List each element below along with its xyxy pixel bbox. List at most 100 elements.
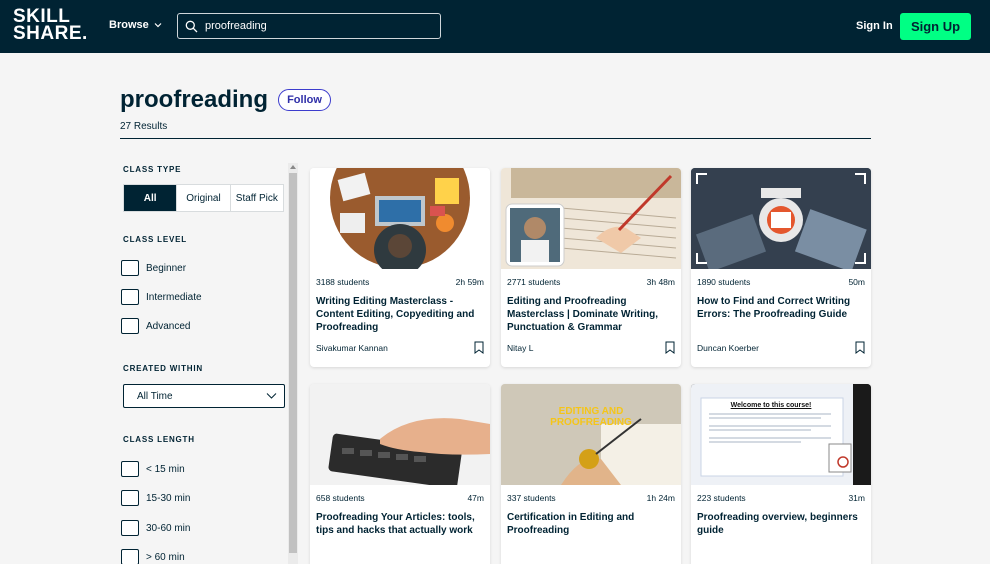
class-card[interactable]: 658 students 47m Proofreading Your Artic… (310, 384, 490, 564)
class-thumbnail (501, 168, 681, 269)
class-meta: 337 students 1h 24m (501, 485, 681, 503)
checkbox-label: > 60 min (146, 551, 185, 563)
class-meta: 3188 students 2h 59m (310, 269, 490, 287)
search-box[interactable] (177, 13, 441, 39)
select-value: All Time (137, 390, 173, 402)
student-count: 658 students (316, 493, 365, 503)
class-card[interactable]: 2771 students 3h 48m Editing and Proofre… (501, 168, 681, 367)
class-meta: 1890 students 50m (691, 269, 871, 287)
student-count: 337 students (507, 493, 556, 503)
bookmark-icon[interactable] (855, 341, 865, 354)
class-thumbnail (310, 384, 490, 485)
author-name[interactable]: Sivakumar Kannan (316, 343, 388, 353)
author-name[interactable]: Nitay L (507, 343, 533, 353)
bookmark-icon[interactable] (474, 341, 484, 354)
class-title[interactable]: Proofreading Your Articles: tools, tips … (310, 503, 490, 557)
skillshare-logo[interactable]: SKILL SHARE. (13, 7, 88, 44)
class-card[interactable]: 3188 students 2h 59m Writing Editing Mas… (310, 168, 490, 367)
scroll-up-arrow-icon[interactable] (290, 165, 296, 169)
top-navigation-bar: SKILL SHARE. Browse Sign In Sign Up (0, 0, 990, 53)
level-advanced-checkbox[interactable]: Advanced (121, 318, 190, 334)
checkbox-box[interactable] (121, 549, 139, 564)
class-title[interactable]: Writing Editing Masterclass - Content Ed… (310, 287, 490, 341)
checkbox-box[interactable] (121, 289, 139, 305)
class-meta: 2771 students 3h 48m (501, 269, 681, 287)
title-divider (120, 138, 871, 139)
chevron-down-icon (154, 23, 162, 28)
calculator-hand-thumbnail-icon (310, 384, 490, 485)
checkbox-label: Beginner (146, 262, 187, 274)
thumbnail-text: EDITING AND PROOFREADING (550, 406, 632, 428)
class-thumbnail (691, 168, 871, 269)
browse-menu-button[interactable]: Browse (109, 19, 162, 31)
length-over-60-checkbox[interactable]: > 60 min (121, 549, 185, 564)
class-type-original[interactable]: Original (177, 185, 231, 211)
length-15-30-checkbox[interactable]: 15-30 min (121, 490, 190, 506)
class-type-label: CLASS TYPE (123, 165, 182, 174)
class-title[interactable]: Proofreading overview, beginners guide (691, 503, 871, 557)
class-card[interactable]: 1890 students 50m How to Find and Correc… (691, 168, 871, 367)
length-under-15-checkbox[interactable]: < 15 min (121, 461, 185, 477)
checkbox-box[interactable] (121, 520, 139, 536)
created-within-select[interactable]: All Time (123, 384, 285, 408)
class-author-row: Nitay L (501, 341, 681, 354)
class-author-row: Duncan Koerber (691, 341, 871, 354)
sign-in-link[interactable]: Sign In (856, 20, 893, 32)
class-duration: 31m (848, 493, 865, 503)
level-intermediate-checkbox[interactable]: Intermediate (121, 289, 202, 305)
checkbox-box[interactable] (121, 461, 139, 477)
class-meta: 658 students 47m (310, 485, 490, 503)
checkbox-label: Intermediate (146, 291, 202, 303)
class-title[interactable]: How to Find and Correct Writing Errors: … (691, 287, 871, 341)
class-thumbnail: EDITING AND PROOFREADING (501, 384, 681, 485)
student-count: 1890 students (697, 277, 751, 287)
class-type-all[interactable]: All (124, 185, 178, 211)
class-card[interactable]: EDITING AND PROOFREADING 337 students 1h… (501, 384, 681, 564)
slide-thumbnail-icon (691, 384, 871, 485)
class-duration: 2h 59m (455, 277, 484, 287)
writing-hand-thumbnail-icon (501, 168, 681, 269)
follow-button[interactable]: Follow (278, 89, 331, 111)
checkbox-box[interactable] (121, 260, 139, 276)
bookmark-icon[interactable] (665, 341, 675, 354)
sidebar-scrollbar[interactable] (288, 163, 298, 564)
class-level-label: CLASS LEVEL (123, 235, 187, 244)
certification-thumbnail-icon (501, 384, 681, 485)
search-icon (185, 20, 198, 32)
created-within-label: CREATED WITHIN (123, 364, 203, 373)
class-meta: 223 students 31m (691, 485, 871, 503)
checkbox-box[interactable] (121, 318, 139, 334)
page-title: proofreading (120, 86, 268, 113)
class-title[interactable]: Editing and Proofreading Masterclass | D… (501, 287, 681, 341)
length-30-60-checkbox[interactable]: 30-60 min (121, 520, 190, 536)
laptop-thumbnail-icon (691, 168, 871, 269)
class-author-row: Sivakumar Kannan (310, 341, 490, 354)
class-title[interactable]: Certification in Editing and Proofreadin… (501, 503, 681, 557)
student-count: 3188 students (316, 277, 370, 287)
checkbox-label: 15-30 min (146, 492, 191, 504)
results-count: 27 Results (120, 121, 168, 132)
search-input[interactable] (205, 20, 425, 32)
checkbox-label: 30-60 min (146, 522, 191, 534)
browse-label: Browse (109, 19, 149, 31)
class-type-staff-pick[interactable]: Staff Pick (231, 185, 283, 211)
class-duration: 3h 48m (646, 277, 675, 287)
class-duration: 1h 24m (646, 493, 675, 503)
scrollbar-thumb[interactable] (289, 173, 297, 553)
class-card[interactable]: Welcome to this course! 223 students 31m… (691, 384, 871, 564)
class-duration: 50m (848, 277, 865, 287)
student-count: 223 students (697, 493, 746, 503)
filter-sidebar: CLASS TYPE All Original Staff Pick CLASS… (120, 160, 290, 564)
author-name[interactable]: Duncan Koerber (697, 343, 759, 353)
class-thumbnail: Welcome to this course! (691, 384, 871, 485)
logo-line-2: SHARE. (13, 23, 88, 44)
class-type-segmented-control: All Original Staff Pick (123, 184, 284, 212)
student-count: 2771 students (507, 277, 561, 287)
thumbnail-text: Welcome to this course! (730, 402, 812, 409)
checkbox-label: < 15 min (146, 463, 185, 475)
sign-up-button[interactable]: Sign Up (900, 13, 971, 40)
class-thumbnail (310, 168, 490, 269)
checkbox-box[interactable] (121, 490, 139, 506)
level-beginner-checkbox[interactable]: Beginner (121, 260, 186, 276)
chevron-down-icon (266, 393, 277, 399)
